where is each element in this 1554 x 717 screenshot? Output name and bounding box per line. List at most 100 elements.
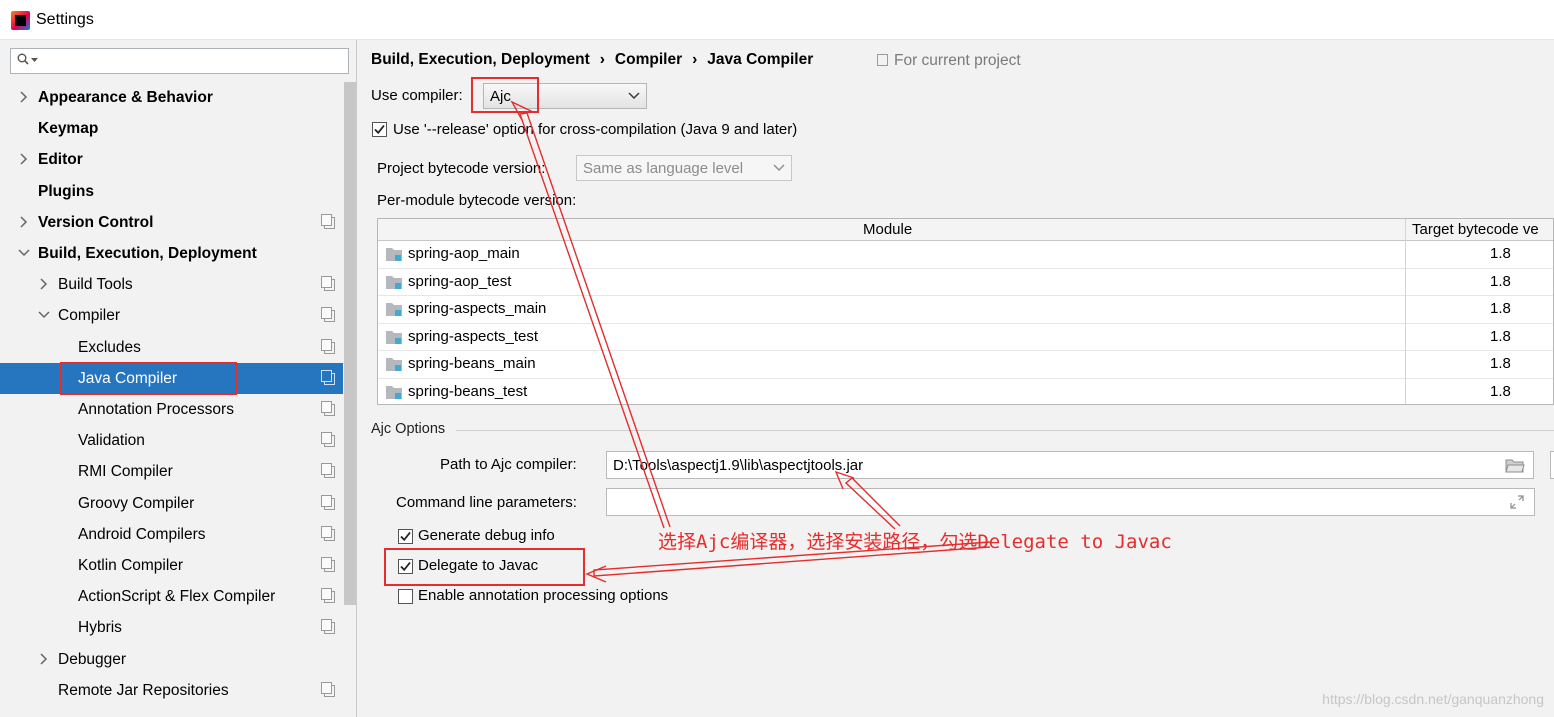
column-divider[interactable] xyxy=(1405,219,1406,404)
chevron-right-icon[interactable] xyxy=(38,278,50,290)
sidebar-item-groovy-compiler[interactable]: Groovy Compiler xyxy=(0,488,343,519)
search-input[interactable] xyxy=(10,48,349,74)
ajc-path-label: Path to Ajc compiler: xyxy=(440,456,577,473)
sidebar-item-actionscript-flex-compiler[interactable]: ActionScript & Flex Compiler xyxy=(0,581,343,612)
command-line-label: Command line parameters: xyxy=(396,494,577,511)
sidebar-scrollbar[interactable] xyxy=(344,82,356,605)
highlight-box-delegate xyxy=(384,548,585,586)
sidebar-item-label: Hybris xyxy=(78,619,122,637)
sidebar-item-label: Plugins xyxy=(38,182,94,200)
sidebar-item-label: ActionScript & Flex Compiler xyxy=(78,588,276,606)
command-line-field[interactable] xyxy=(606,488,1535,516)
sidebar-item-hybris[interactable]: Hybris xyxy=(0,612,343,643)
sidebar-item-remote-jar-repositories[interactable]: Remote Jar Repositories xyxy=(0,675,343,706)
watermark: https://blog.csdn.net/ganquanzhong xyxy=(1322,691,1544,707)
title-bar: Settings xyxy=(0,0,1554,40)
sidebar-item-editor[interactable]: Editor xyxy=(0,144,343,175)
search-history-dropdown-icon[interactable] xyxy=(31,58,38,63)
sidebar-item-label: Keymap xyxy=(38,120,99,138)
sidebar-item-label: Excludes xyxy=(78,338,141,356)
project-bytecode-value: Same as language level xyxy=(583,160,744,177)
module-name: spring-beans_main xyxy=(408,355,536,372)
sidebar-item-excludes[interactable]: Excludes xyxy=(0,332,343,363)
chevron-down-icon[interactable] xyxy=(38,309,50,321)
annotation-text: 选择Ajc编译器，选择安装路径，勾选Delegate to Javac xyxy=(658,531,1172,553)
side-button-stub[interactable] xyxy=(1550,451,1554,479)
sidebar-item-label: Compiler xyxy=(58,307,121,325)
column-header-target[interactable]: Target bytecode ve xyxy=(1412,221,1539,238)
target-bytecode-version[interactable]: 1.8 xyxy=(1490,355,1511,372)
breadcrumb-item: Java Compiler xyxy=(707,51,814,68)
sidebar-item-rmi-compiler[interactable]: RMI Compiler xyxy=(0,456,343,487)
table-row[interactable]: spring-beans_test 1.8 xyxy=(378,379,1553,405)
window-title: Settings xyxy=(36,11,94,28)
breadcrumb-item: Build, Execution, Deployment xyxy=(371,51,590,68)
project-scope-icon xyxy=(877,54,888,66)
breadcrumb-separator: › xyxy=(692,51,698,68)
module-bytecode-table: Module Target bytecode ve spring-aop_mai… xyxy=(377,218,1554,405)
chevron-right-icon[interactable] xyxy=(38,653,50,665)
project-bytecode-dropdown[interactable]: Same as language level xyxy=(576,155,792,181)
target-bytecode-version[interactable]: 1.8 xyxy=(1490,328,1511,345)
column-header-module[interactable]: Module xyxy=(863,221,912,238)
chevron-right-icon[interactable] xyxy=(18,91,30,103)
sidebar-item-compiler[interactable]: Compiler xyxy=(0,300,343,331)
sidebar-item-validation[interactable]: Validation xyxy=(0,425,343,456)
sidebar-item-android-compilers[interactable]: Android Compilers xyxy=(0,519,343,550)
chevron-right-icon[interactable] xyxy=(18,216,30,228)
sidebar-item-label: Version Control xyxy=(38,213,154,231)
breadcrumb-item: Compiler xyxy=(614,51,683,68)
target-bytecode-version[interactable]: 1.8 xyxy=(1490,273,1511,290)
annotation-processing-label: Enable annotation processing options xyxy=(418,587,669,604)
sidebar-item-label: Remote Jar Repositories xyxy=(58,681,229,699)
sidebar-item-label: Validation xyxy=(78,432,145,450)
module-folder-icon xyxy=(386,358,402,371)
target-bytecode-version[interactable]: 1.8 xyxy=(1490,383,1511,400)
project-scope-icon xyxy=(321,338,335,354)
sidebar-item-keymap[interactable]: Keymap xyxy=(0,113,343,144)
table-row[interactable]: spring-aspects_main 1.8 xyxy=(378,296,1553,324)
table-row[interactable]: spring-aop_main 1.8 xyxy=(378,241,1553,269)
table-row[interactable]: spring-beans_main 1.8 xyxy=(378,351,1553,379)
sidebar-item-plugins[interactable]: Plugins xyxy=(0,176,343,207)
target-bytecode-version[interactable]: 1.8 xyxy=(1490,300,1511,317)
use-compiler-label: Use compiler: xyxy=(371,87,463,104)
project-scope-icon xyxy=(321,619,335,635)
breadcrumb-separator: › xyxy=(599,51,605,68)
project-scope-icon xyxy=(321,401,335,416)
project-scope-icon xyxy=(321,463,335,479)
project-scope-icon xyxy=(321,432,335,448)
search-icon xyxy=(17,53,29,65)
sidebar-item-appearance-behavior[interactable]: Appearance & Behavior xyxy=(0,82,343,113)
module-name: spring-aop_main xyxy=(408,245,520,262)
project-scope-icon xyxy=(321,494,335,510)
sidebar-item-label: Build, Execution, Deployment xyxy=(38,245,257,262)
sidebar-item-build-execution-deployment[interactable]: Build, Execution, Deployment xyxy=(0,238,343,269)
highlight-box-compiler xyxy=(471,77,539,113)
release-option-checkbox[interactable] xyxy=(372,122,387,137)
sidebar-item-annotation-processors[interactable]: Annotation Processors xyxy=(0,394,343,425)
table-row[interactable]: spring-aspects_test 1.8 xyxy=(378,324,1553,351)
chevron-down-icon[interactable] xyxy=(18,247,30,259)
annotation-processing-checkbox[interactable] xyxy=(398,589,413,604)
section-divider xyxy=(456,430,1554,431)
sidebar-item-label: Editor xyxy=(38,151,83,169)
sidebar-item-version-control[interactable]: Version Control xyxy=(0,207,343,238)
sidebar-item-build-tools[interactable]: Build Tools xyxy=(0,269,343,300)
module-name: spring-aspects_main xyxy=(408,300,547,317)
folder-browse-icon[interactable] xyxy=(1505,458,1525,473)
sidebar-item-kotlin-compiler[interactable]: Kotlin Compiler xyxy=(0,550,343,581)
target-bytecode-version[interactable]: 1.8 xyxy=(1490,245,1511,262)
project-scope-icon xyxy=(321,307,335,323)
generate-debug-checkbox[interactable] xyxy=(398,529,413,544)
ajc-path-field[interactable]: D:\Tools\aspectj1.9\lib\aspectjtools.jar xyxy=(606,451,1534,479)
sidebar-item-label: Build Tools xyxy=(58,276,133,294)
generate-debug-label: Generate debug info xyxy=(418,527,555,544)
table-row[interactable]: spring-aop_test 1.8 xyxy=(378,269,1553,296)
scope-label: For current project xyxy=(894,52,1021,69)
module-name: spring-beans_test xyxy=(408,382,528,400)
sidebar-item-debugger[interactable]: Debugger xyxy=(0,644,343,675)
module-folder-icon xyxy=(386,248,402,261)
chevron-right-icon[interactable] xyxy=(18,153,30,165)
expand-icon[interactable] xyxy=(1510,495,1524,509)
